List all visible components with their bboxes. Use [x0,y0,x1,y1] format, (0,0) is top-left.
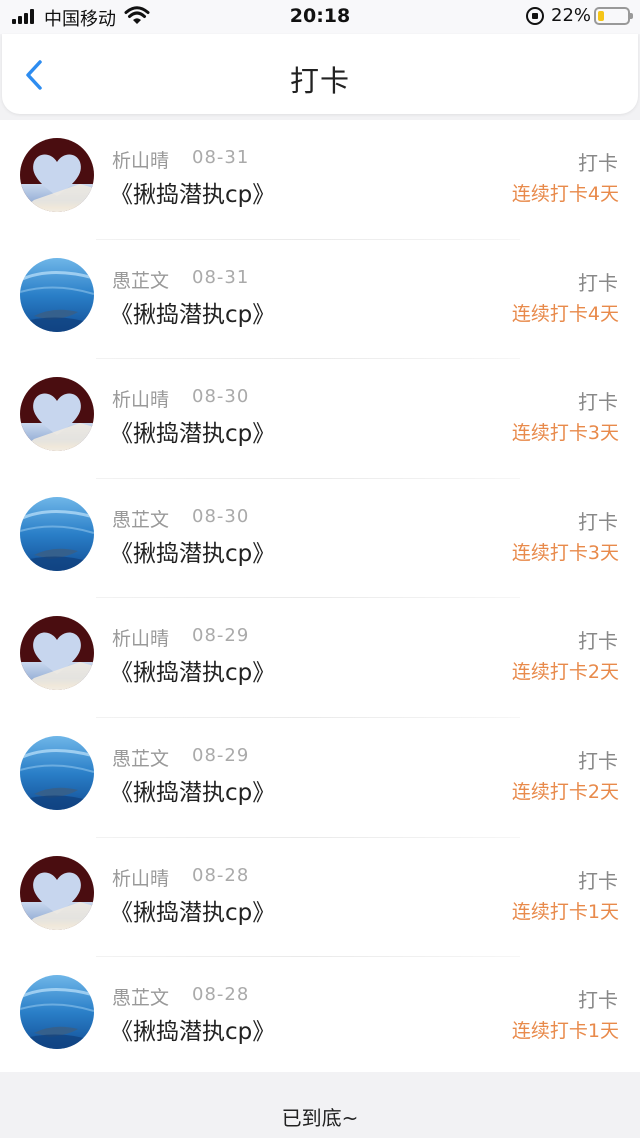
item-title: 《揪捣潜执cp》 [110,1019,276,1046]
item-username: 析山晴 [112,628,170,651]
page-title: 打卡 [289,64,350,98]
item-streak: 连续打卡3天 [511,541,619,564]
avatar[interactable] [20,855,94,930]
item-streak: 连续打卡1天 [511,1020,619,1043]
list-end-footer: 已到底~ [0,1072,640,1138]
avatar[interactable] [20,975,94,1050]
item-title: 《揪捣潜执cp》 [110,301,276,328]
item-date: 08-28 [192,984,250,1006]
item-date: 08-28 [192,864,250,886]
battery-icon [594,7,633,25]
battery-percent: 22% [551,5,592,26]
item-username: 愚芷文 [112,508,170,531]
list-item[interactable]: 愚芷文 08-30 《揪捣潜执cp》 打卡 连续打卡3天 [0,479,640,599]
item-streak: 连续打卡4天 [511,183,619,205]
item-username: 析山晴 [112,150,170,172]
checkin-list: 析山晴 08-31 《揪捣潜执cp》 打卡 连续打卡4天 愚芷文 08-31 《… [0,120,640,1072]
item-title: 《揪捣潜执cp》 [110,540,276,567]
item-date: 08-31 [192,147,250,168]
item-action-label: 打卡 [578,270,618,295]
item-date: 08-31 [192,266,250,288]
item-username: 愚芷文 [112,747,170,770]
item-streak: 连续打卡2天 [511,780,619,803]
item-username: 愚芷文 [112,987,170,1010]
item-action-label: 打卡 [578,748,618,773]
rotation-lock-icon [526,7,544,25]
item-date: 08-30 [192,386,250,408]
item-date: 08-29 [192,625,250,647]
item-streak: 连续打卡1天 [511,900,619,923]
status-bar: 中国移动 20:18 22% [0,0,640,34]
item-action-label: 打卡 [578,629,618,654]
list-item[interactable]: 愚芷文 08-29 《揪捣潜执cp》 打卡 连续打卡2天 [0,718,640,838]
item-date: 08-30 [192,505,250,527]
item-streak: 连续打卡3天 [511,422,619,445]
status-time: 20:18 [289,5,351,27]
avatar[interactable] [20,735,94,810]
item-title: 《揪捣潜执cp》 [110,421,276,448]
list-item[interactable]: 析山晴 08-29 《揪捣潜执cp》 打卡 连续打卡2天 [0,598,640,718]
list-item[interactable]: 析山晴 08-31 《揪捣潜执cp》 打卡 连续打卡4天 [0,120,640,240]
item-title: 《揪捣潜执cp》 [110,899,276,926]
item-action-label: 打卡 [578,868,618,893]
nav-header: 打卡 [2,34,638,114]
avatar[interactable] [20,616,94,691]
item-action-label: 打卡 [578,390,618,415]
item-title: 《揪捣潜执cp》 [110,660,276,687]
item-title: 《揪捣潜执cp》 [110,779,276,806]
avatar[interactable] [20,496,94,571]
avatar[interactable] [20,138,94,212]
item-title: 《揪捣潜执cp》 [110,182,276,208]
item-username: 愚芷文 [112,269,170,292]
item-username: 析山晴 [112,389,170,412]
avatar[interactable] [20,257,94,332]
list-item[interactable]: 析山晴 08-28 《揪捣潜执cp》 打卡 连续打卡1天 [0,838,640,958]
list-item[interactable]: 愚芷文 08-31 《揪捣潜执cp》 打卡 连续打卡4天 [0,240,640,360]
item-streak: 连续打卡4天 [511,302,619,325]
avatar[interactable] [20,377,94,452]
end-of-list-text: 已到底~ [281,1106,359,1130]
item-date: 08-29 [192,744,250,766]
item-action-label: 打卡 [578,988,618,1013]
battery-level-fill [598,11,605,21]
item-action-label: 打卡 [578,151,618,175]
list-item[interactable]: 析山晴 08-30 《揪捣潜执cp》 打卡 连续打卡3天 [0,359,640,479]
item-action-label: 打卡 [578,509,618,534]
list-item[interactable]: 愚芷文 08-28 《揪捣潜执cp》 打卡 连续打卡1天 [0,957,640,1072]
item-streak: 连续打卡2天 [511,661,619,684]
item-username: 析山晴 [112,867,170,890]
